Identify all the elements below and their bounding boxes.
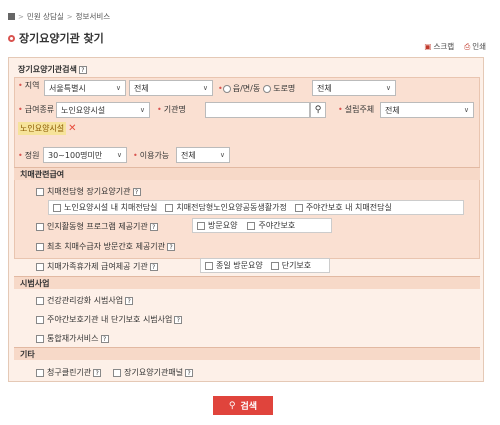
- panel-checkbox[interactable]: [113, 368, 122, 377]
- help-icon[interactable]: ?: [100, 334, 109, 343]
- option-checkbox[interactable]: [270, 261, 279, 270]
- family-leave-options: 종일 방문요양 단기보호: [200, 258, 330, 273]
- help-icon[interactable]: ?: [149, 222, 158, 231]
- facility-name-input[interactable]: [205, 102, 310, 118]
- address-type-radio-road[interactable]: [263, 84, 272, 93]
- help-icon[interactable]: ?: [167, 242, 176, 251]
- chevron-down-icon: ∨: [385, 84, 391, 92]
- chevron-down-icon: ∨: [115, 84, 121, 92]
- pilot-health-checkbox[interactable]: [36, 296, 44, 305]
- chevron-down-icon: ∨: [139, 106, 145, 114]
- print-icon: ⎙: [464, 42, 471, 51]
- page-title: 장기요양기관 찾기: [19, 32, 104, 45]
- pilot-shortterm-checkbox[interactable]: [36, 315, 44, 324]
- benefit-select[interactable]: 노인요양시설 ∨: [56, 102, 150, 118]
- availability-label: • 이용가능: [133, 151, 170, 160]
- capacity-select[interactable]: 30~100명미만 ∨: [43, 147, 127, 163]
- facility-name-label: • 기관명: [157, 105, 186, 114]
- clean-claim-checkbox[interactable]: [36, 368, 44, 377]
- chevron-down-icon: ∨: [463, 106, 469, 114]
- help-icon[interactable]: ?: [149, 262, 158, 271]
- chevron-down-icon: ∨: [116, 151, 122, 159]
- help-icon[interactable]: ?: [125, 296, 134, 305]
- option-checkbox[interactable]: [197, 221, 205, 230]
- region-district-select[interactable]: 전체 ∨: [129, 80, 213, 96]
- close-icon[interactable]: ✕: [68, 123, 76, 134]
- cognitive-checkbox[interactable]: [36, 222, 44, 231]
- dementia-exclusive-options: 노인요양시설 내 치매전담실 치매전담형노인요양공동생활가정 주야간보호 내 치…: [48, 200, 464, 215]
- address-select[interactable]: 전체 ∨: [312, 80, 396, 96]
- help-icon[interactable]: ?: [174, 315, 183, 324]
- region-city-select[interactable]: 서울특별시 ∨: [44, 80, 126, 96]
- breadcrumb-item[interactable]: 정보서비스: [76, 11, 111, 22]
- help-icon[interactable]: ?: [78, 65, 87, 74]
- title-bullet-icon: [8, 34, 15, 42]
- cognitive-options: 방문요양 주야간보호: [192, 218, 332, 233]
- pilot-integrated-checkbox[interactable]: [36, 334, 44, 343]
- search-icon: ⚲: [228, 400, 236, 411]
- address-type-radio-town[interactable]: [222, 84, 231, 93]
- home-icon[interactable]: [8, 13, 15, 20]
- option-checkbox[interactable]: [294, 203, 303, 212]
- print-button[interactable]: ⎙ 인쇄: [464, 41, 486, 52]
- help-icon[interactable]: ?: [185, 368, 194, 377]
- founder-select[interactable]: 전체 ∨: [380, 102, 474, 118]
- nursing-checkbox[interactable]: [36, 242, 44, 251]
- option-checkbox[interactable]: [247, 221, 256, 230]
- search-icon[interactable]: ⚲: [310, 102, 326, 118]
- chevron-down-icon: ∨: [202, 84, 208, 92]
- page-title-row: 장기요양기관 찾기: [8, 30, 104, 46]
- search-button[interactable]: ⚲ 검색: [213, 396, 273, 415]
- availability-select[interactable]: 전체 ∨: [176, 147, 230, 163]
- section-dementia: 치매관련급여: [14, 167, 480, 180]
- dementia-exclusive-checkbox[interactable]: [36, 187, 44, 196]
- help-icon[interactable]: ?: [132, 187, 141, 196]
- option-checkbox[interactable]: [53, 203, 61, 212]
- scrap-button[interactable]: ▣ 스크랩: [424, 41, 454, 52]
- selected-filter-tag: 노인요양시설 ✕: [18, 122, 77, 135]
- form-title: 장기요양기관검색?: [18, 64, 87, 75]
- help-icon[interactable]: ?: [93, 368, 102, 377]
- scrap-icon: ▣: [424, 42, 432, 51]
- breadcrumb-item[interactable]: 민원 상담실: [27, 11, 64, 22]
- option-checkbox[interactable]: [205, 261, 213, 270]
- family-leave-checkbox[interactable]: [36, 262, 44, 271]
- section-etc: 기타: [14, 347, 480, 360]
- chevron-down-icon: ∨: [219, 151, 225, 159]
- breadcrumb: > 민원 상담실 > 정보서비스: [8, 11, 110, 22]
- region-label: • 지역: [18, 81, 40, 90]
- page-tools: ▣ 스크랩 ⎙ 인쇄: [424, 41, 486, 52]
- section-pilot: 시범사업: [14, 276, 480, 289]
- capacity-label: • 정원: [18, 151, 40, 160]
- option-checkbox[interactable]: [165, 203, 174, 212]
- benefit-label: • 급여종류: [18, 105, 55, 114]
- founder-label: • 설립주체: [338, 105, 375, 114]
